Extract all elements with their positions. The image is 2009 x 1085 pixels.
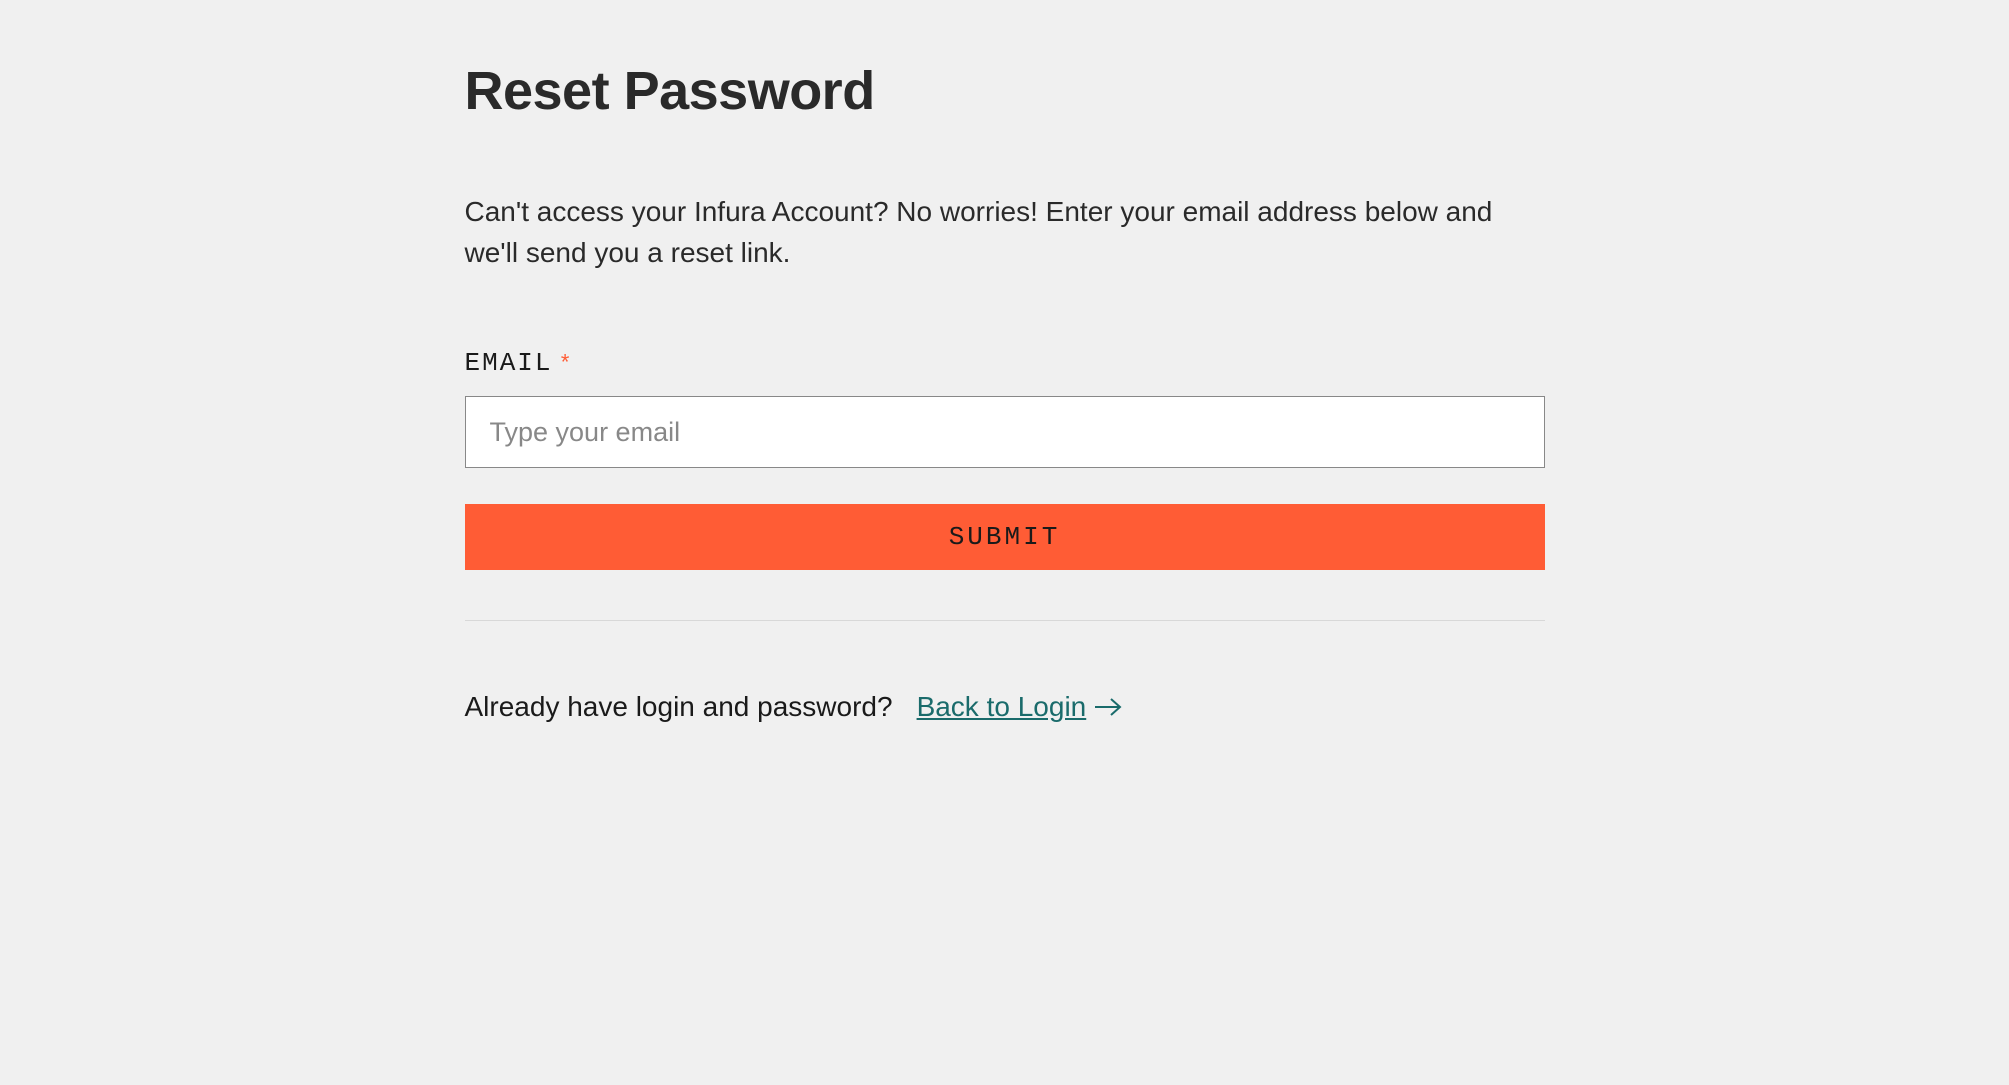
footer-prompt: Already have login and password?: [465, 691, 893, 723]
email-label: EMAIL *: [465, 348, 1545, 378]
submit-button[interactable]: SUBMIT: [465, 504, 1545, 570]
reset-password-container: Reset Password Can't access your Infura …: [465, 60, 1545, 723]
footer-row: Already have login and password? Back to…: [465, 691, 1545, 723]
back-link-label: Back to Login: [917, 691, 1087, 723]
page-title: Reset Password: [465, 60, 1545, 122]
email-input[interactable]: [465, 396, 1545, 468]
back-to-login-link[interactable]: Back to Login: [917, 691, 1123, 723]
email-label-text: EMAIL: [465, 348, 553, 378]
required-asterisk: *: [559, 352, 574, 377]
page-description: Can't access your Infura Account? No wor…: [465, 192, 1545, 273]
divider: [465, 620, 1545, 621]
arrow-right-icon: [1094, 696, 1122, 718]
